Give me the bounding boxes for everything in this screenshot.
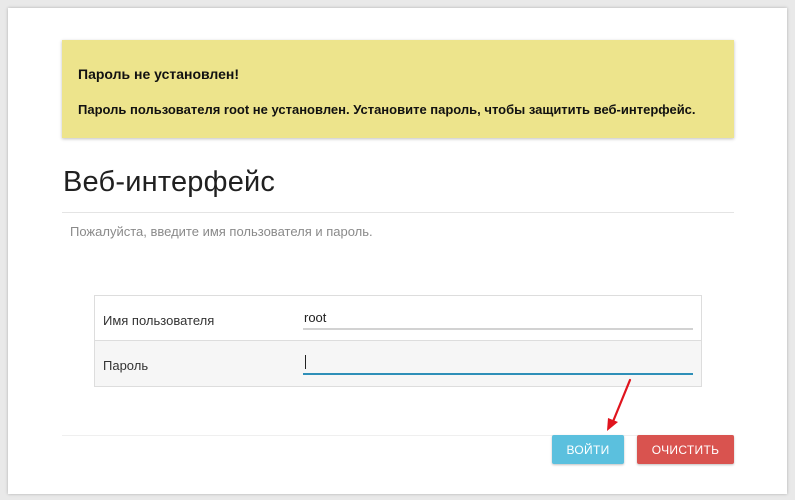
title-divider bbox=[62, 212, 734, 213]
login-page: Пароль не установлен! Пароль пользовател… bbox=[8, 8, 787, 494]
login-hint: Пожалуйста, введите имя пользователя и п… bbox=[70, 224, 373, 239]
username-input[interactable] bbox=[303, 306, 693, 330]
red-arrow-icon bbox=[607, 378, 632, 431]
username-row: Имя пользователя bbox=[95, 296, 701, 341]
reset-button[interactable]: ОЧИСТИТЬ bbox=[637, 435, 734, 464]
username-label: Имя пользователя bbox=[103, 313, 215, 328]
login-button[interactable]: ВОЙТИ bbox=[552, 435, 624, 464]
password-input[interactable] bbox=[303, 351, 693, 375]
text-caret bbox=[305, 355, 306, 369]
alert-text: Пароль пользователя root не установлен. … bbox=[78, 102, 696, 117]
login-form: Имя пользователя Пароль bbox=[94, 295, 702, 387]
password-not-set-alert: Пароль не установлен! Пароль пользовател… bbox=[62, 40, 734, 138]
page-title: Веб-интерфейс bbox=[63, 166, 276, 198]
actions-divider bbox=[62, 435, 734, 436]
alert-title: Пароль не установлен! bbox=[78, 66, 240, 82]
password-label: Пароль bbox=[103, 358, 149, 373]
